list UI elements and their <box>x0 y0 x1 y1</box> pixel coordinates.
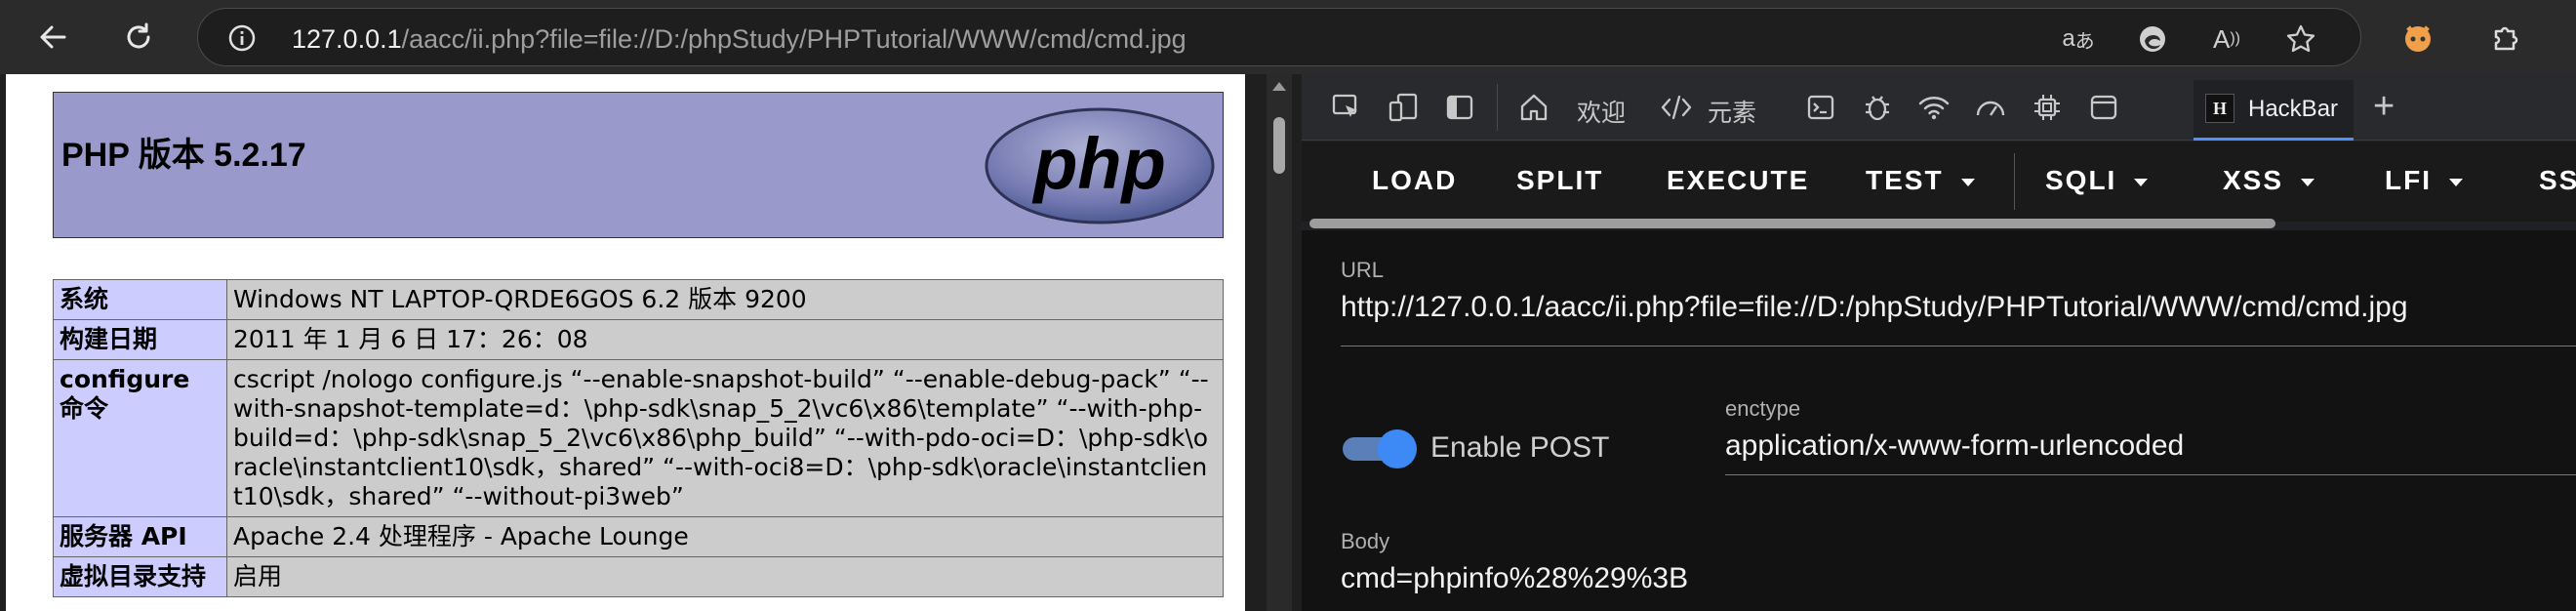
sidebar-toggle-icon[interactable] <box>1440 88 1479 127</box>
chevron-down-icon <box>2301 178 2315 186</box>
wifi-icon[interactable] <box>1914 88 1953 127</box>
chevron-down-icon <box>2134 178 2149 186</box>
menu-sqli[interactable]: SQLI <box>2045 165 2149 196</box>
enable-post-toggle[interactable] <box>1343 429 1417 468</box>
row-value: 2011 年 1 月 6 日 17：26：08 <box>226 319 1224 360</box>
application-panel-icon[interactable] <box>2084 88 2123 127</box>
url-input[interactable]: http://127.0.0.1/aacc/ii.php?file=file:/… <box>1341 291 2408 324</box>
devtools-panel: 欢迎 元素 H HackBar + LOAD SPLIT EXECUTE TES… <box>1302 74 2576 611</box>
menu-lfi[interactable]: LFI <box>2385 165 2463 196</box>
row-key: 虚拟目录支持 <box>53 556 227 597</box>
menu-xss[interactable]: XSS <box>2223 165 2315 196</box>
home-icon[interactable] <box>1514 88 1553 127</box>
refresh-icon <box>127 22 150 49</box>
back-button[interactable] <box>29 14 76 61</box>
tab-welcome[interactable]: 欢迎 <box>1577 94 1626 129</box>
extensions-puzzle-icon[interactable] <box>2486 18 2525 57</box>
tab-hackbar[interactable]: H HackBar <box>2194 80 2354 141</box>
enctype-label: enctype <box>1725 396 1801 421</box>
address-bar[interactable]: 127.0.0.1/aacc/ii.php?file=file://D:/php… <box>197 8 2361 66</box>
console-icon[interactable] <box>1801 88 1840 127</box>
table-row: 服务器 API Apache 2.4 处理程序 - Apache Lounge <box>53 516 1224 557</box>
performance-gauge-icon[interactable] <box>1971 88 2010 127</box>
row-value: Apache 2.4 处理程序 - Apache Lounge <box>226 516 1224 557</box>
row-key: 系统 <box>53 279 227 320</box>
refresh-button[interactable] <box>115 14 162 61</box>
body-label: Body <box>1341 529 1390 553</box>
scrollbar-thumb[interactable] <box>1273 117 1285 174</box>
hackbar-body: URL http://127.0.0.1/aacc/ii.php?file=fi… <box>1302 230 2576 611</box>
enable-post-label: Enable POST <box>1430 431 1610 464</box>
url-host: 127.0.0.1 <box>292 24 402 54</box>
enctype-select[interactable]: application/x-www-form-urlencoded <box>1725 429 2184 463</box>
inspect-element-icon[interactable] <box>1327 88 1366 127</box>
table-row: 虚拟目录支持 启用 <box>53 556 1224 597</box>
tab-separator <box>1497 84 1498 131</box>
info-icon[interactable] <box>227 23 257 53</box>
scroll-up-arrow-icon[interactable] <box>1272 82 1286 91</box>
device-emulation-icon[interactable] <box>1384 88 1423 127</box>
edge-icon[interactable] <box>2136 22 2169 56</box>
body-input[interactable]: cmd=phpinfo%28%29%3B <box>1341 562 1688 595</box>
row-key: configure 命令 <box>53 359 227 517</box>
chevron-down-icon <box>1960 178 1975 186</box>
bug-icon[interactable] <box>1858 88 1897 127</box>
table-row: 系统 Windows NT LAPTOP-QRDE6GOS 6.2 版本 920… <box>53 279 1224 320</box>
favorite-star-icon[interactable] <box>2284 22 2317 56</box>
table-row: 构建日期 2011 年 1 月 6 日 17：26：08 <box>53 319 1224 360</box>
page-title: PHP 版本 5.2.17 <box>61 137 306 174</box>
menu-ssti[interactable]: SS <box>2539 165 2576 196</box>
web-page: PHP 版本 5.2.17 php 系统 Windows NT LAPTOP-Q… <box>6 74 1245 611</box>
chevron-down-icon <box>2449 178 2463 186</box>
row-key: 服务器 API <box>53 516 227 557</box>
row-value: cscript /nologo configure.js “--enable-s… <box>226 359 1224 517</box>
devtools-tab-bar: 欢迎 元素 H HackBar + <box>1302 74 2576 141</box>
tab-elements[interactable]: 元素 <box>1708 94 1756 129</box>
browser-toolbar: 127.0.0.1/aacc/ii.php?file=file://D:/php… <box>0 0 2576 74</box>
url-path: /aacc/ii.php?file=file://D:/phpStudy/PHP… <box>401 24 1187 54</box>
extension-fox-icon[interactable] <box>2398 18 2437 57</box>
page-scrollbar[interactable] <box>1267 74 1292 611</box>
menu-test[interactable]: TEST <box>1866 165 1975 196</box>
toggle-knob <box>1378 429 1417 468</box>
php-logo-text: php <box>1031 123 1166 204</box>
read-aloud-icon[interactable]: A)) <box>2210 22 2243 56</box>
menu-split[interactable]: SPLIT <box>1516 165 1603 196</box>
address-url[interactable]: 127.0.0.1/aacc/ii.php?file=file://D:/php… <box>292 24 1187 55</box>
table-row: configure 命令 cscript /nologo configure.j… <box>53 359 1224 517</box>
menu-scrollbar[interactable] <box>1309 219 2275 228</box>
phpinfo-header: PHP 版本 5.2.17 php <box>53 92 1224 238</box>
phpinfo-table: 系统 Windows NT LAPTOP-QRDE6GOS 6.2 版本 920… <box>53 279 1224 597</box>
translate-icon[interactable]: aあ <box>2062 22 2095 56</box>
url-label: URL <box>1341 258 1385 282</box>
hackbar-menu: LOAD SPLIT EXECUTE TEST SQLI XSS LFI SS <box>1302 142 2576 222</box>
arrow-left-icon <box>40 25 66 49</box>
menu-execute[interactable]: EXECUTE <box>1667 165 1809 196</box>
php-logo: php <box>985 107 1215 224</box>
tab-hackbar-label: HackBar <box>2248 96 2339 122</box>
memory-chip-icon[interactable] <box>2028 88 2067 127</box>
hackbar-logo-icon: H <box>2205 94 2234 123</box>
add-tab-plus-icon[interactable]: + <box>2373 88 2395 125</box>
row-key: 构建日期 <box>53 319 227 360</box>
menu-load[interactable]: LOAD <box>1372 165 1457 196</box>
row-value: Windows NT LAPTOP-QRDE6GOS 6.2 版本 9200 <box>226 279 1224 320</box>
menu-divider <box>2014 153 2015 210</box>
code-brackets-icon[interactable] <box>1657 88 1696 127</box>
row-value: 启用 <box>226 556 1224 597</box>
enctype-underline <box>1725 474 2576 475</box>
